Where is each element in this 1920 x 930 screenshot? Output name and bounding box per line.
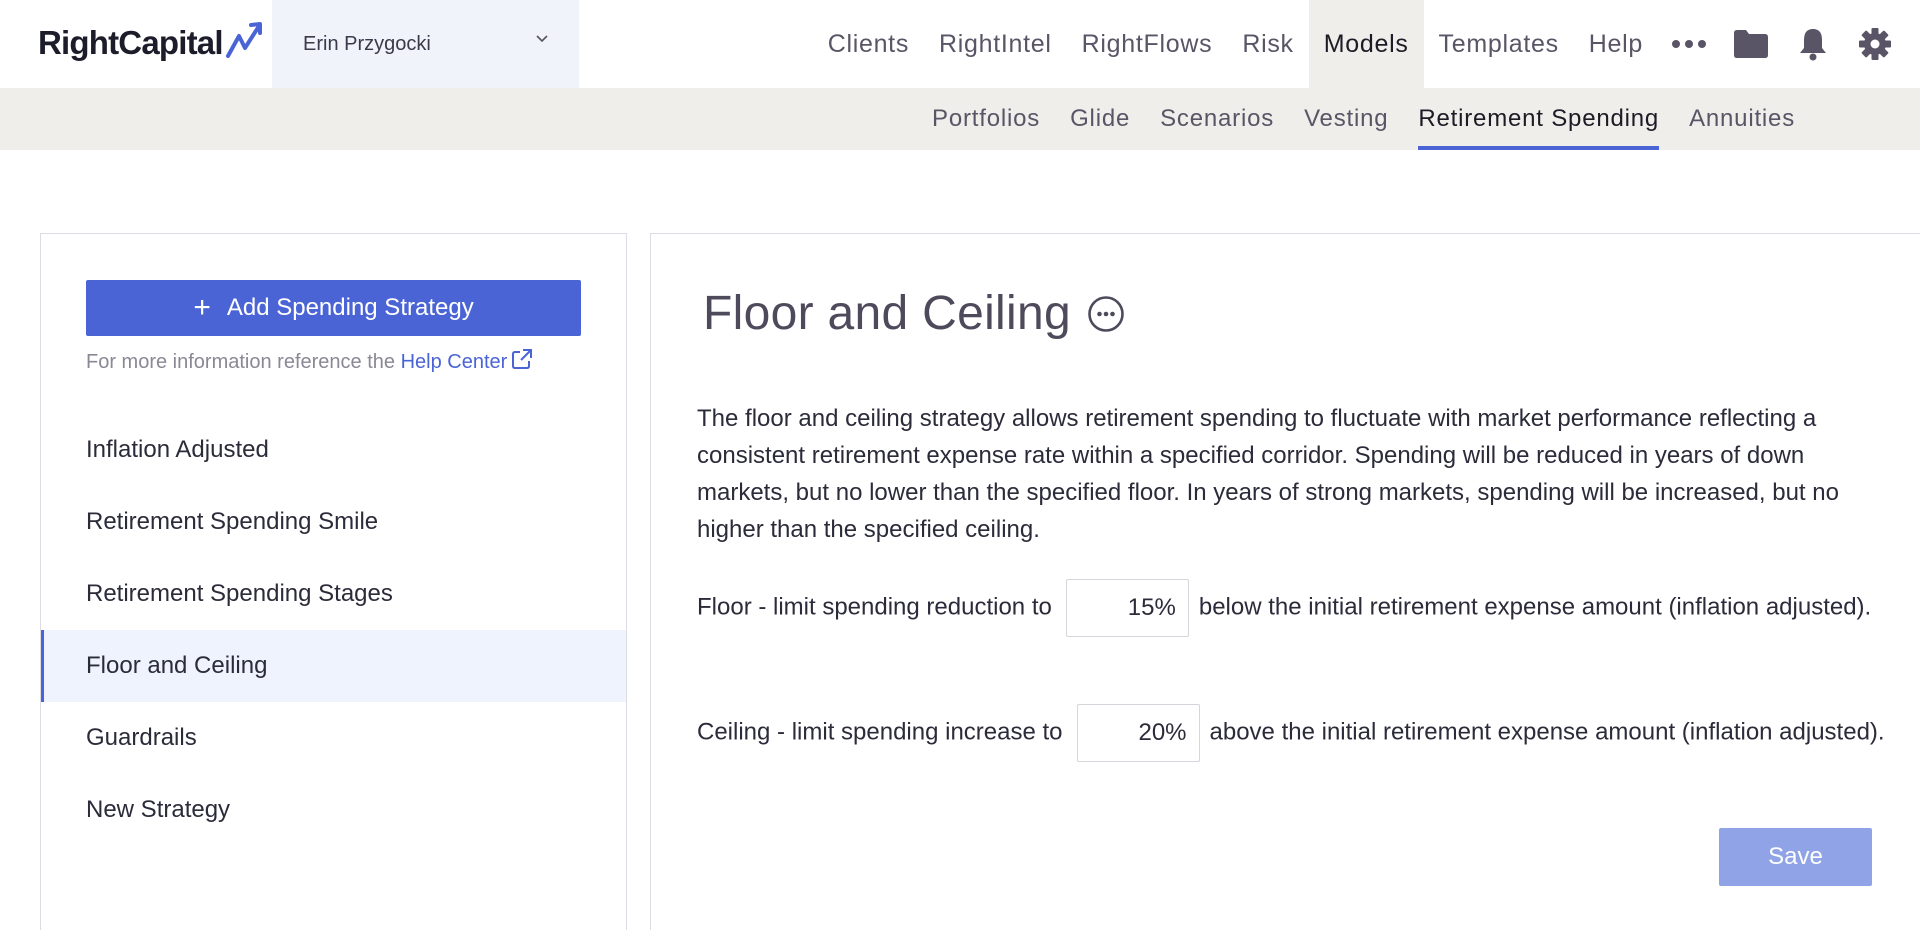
strategy-retirement-spending-smile[interactable]: Retirement Spending Smile [41, 486, 626, 558]
ceiling-prefix: Ceiling - limit spending increase to [697, 718, 1063, 746]
nav-help[interactable]: Help [1574, 0, 1658, 88]
tab-glide[interactable]: Glide [1055, 88, 1145, 150]
help-center-link[interactable]: Help Center [401, 351, 508, 373]
logo-arrow-icon [225, 22, 262, 58]
gear-icon[interactable] [1844, 27, 1906, 61]
strategy-list: Inflation Adjusted Retirement Spending S… [41, 414, 626, 846]
more-options-icon[interactable] [1087, 295, 1125, 333]
ceiling-rule: Ceiling - limit spending increase to 20% a… [697, 704, 1887, 762]
title-row: Floor and Ceiling [703, 286, 1125, 341]
folder-icon[interactable] [1720, 29, 1782, 59]
nav-models[interactable]: Models [1308, 0, 1424, 88]
tab-vesting[interactable]: Vesting [1289, 88, 1403, 150]
bell-icon[interactable] [1782, 27, 1844, 61]
strategy-description: The floor and ceiling strategy allows re… [697, 405, 1839, 543]
floor-suffix: below the initial retirement expense amo… [1198, 593, 1872, 621]
tab-retirement-spending[interactable]: Retirement Spending [1403, 88, 1674, 150]
floor-rule: Floor - limit spending reduction to 15% be… [697, 579, 1887, 637]
client-selector[interactable]: Erin Przygocki [272, 0, 579, 88]
strategy-detail-panel: Floor and Ceiling The floor and ceiling … [650, 233, 1920, 930]
sub-nav: Portfolios Glide Scenarios Vesting Retir… [917, 88, 1810, 150]
page-title: Floor and Ceiling [703, 287, 1071, 340]
rightcapital-logo[interactable]: RightCapital [38, 18, 265, 68]
nav-rightintel[interactable]: RightIntel [924, 0, 1067, 88]
nav-icon-group [1658, 0, 1920, 88]
help-note-text: For more information reference the [86, 351, 401, 373]
strategy-inflation-adjusted[interactable]: Inflation Adjusted [41, 414, 626, 486]
tab-portfolios[interactable]: Portfolios [917, 88, 1055, 150]
nav-rightflows[interactable]: RightFlows [1067, 0, 1228, 88]
top-navigation-bar: RightCapital Erin Przygocki Clients Righ… [0, 0, 1920, 88]
client-name: Erin Przygocki [303, 32, 431, 55]
floor-prefix: Floor - limit spending reduction to [697, 593, 1052, 621]
strategy-guardrails[interactable]: Guardrails [41, 702, 626, 774]
ceiling-suffix: above the initial retirement expense amo… [1209, 718, 1885, 746]
strategy-new-strategy[interactable]: New Strategy [41, 774, 626, 846]
more-icon[interactable] [1658, 39, 1720, 49]
save-button[interactable]: Save [1719, 828, 1872, 886]
strategy-retirement-spending-stages[interactable]: Retirement Spending Stages [41, 558, 626, 630]
floor-percent-input[interactable]: 15% [1065, 579, 1189, 637]
add-button-label: Add Spending Strategy [226, 294, 474, 321]
strategy-floor-and-ceiling[interactable]: Floor and Ceiling [41, 630, 626, 702]
chevron-down-icon [536, 35, 548, 43]
sub-navigation-bar: Portfolios Glide Scenarios Vesting Retir… [0, 88, 1920, 150]
strategy-sidebar: + Add Spending Strategy For more informa… [40, 233, 627, 930]
add-spending-strategy-button[interactable]: + Add Spending Strategy [86, 280, 581, 336]
external-link-icon[interactable] [511, 348, 533, 370]
logo-text: RightCapital [38, 24, 224, 61]
main-nav: Clients RightIntel RightFlows Risk Model… [813, 0, 1920, 88]
plus-icon: + [193, 291, 211, 324]
tab-scenarios[interactable]: Scenarios [1145, 88, 1289, 150]
nav-risk[interactable]: Risk [1227, 0, 1308, 88]
ceiling-percent-input[interactable]: 20% [1076, 704, 1200, 762]
nav-templates[interactable]: Templates [1424, 0, 1574, 88]
nav-clients[interactable]: Clients [813, 0, 924, 88]
tab-annuities[interactable]: Annuities [1674, 88, 1810, 150]
help-note: For more information reference the Help … [86, 348, 533, 374]
